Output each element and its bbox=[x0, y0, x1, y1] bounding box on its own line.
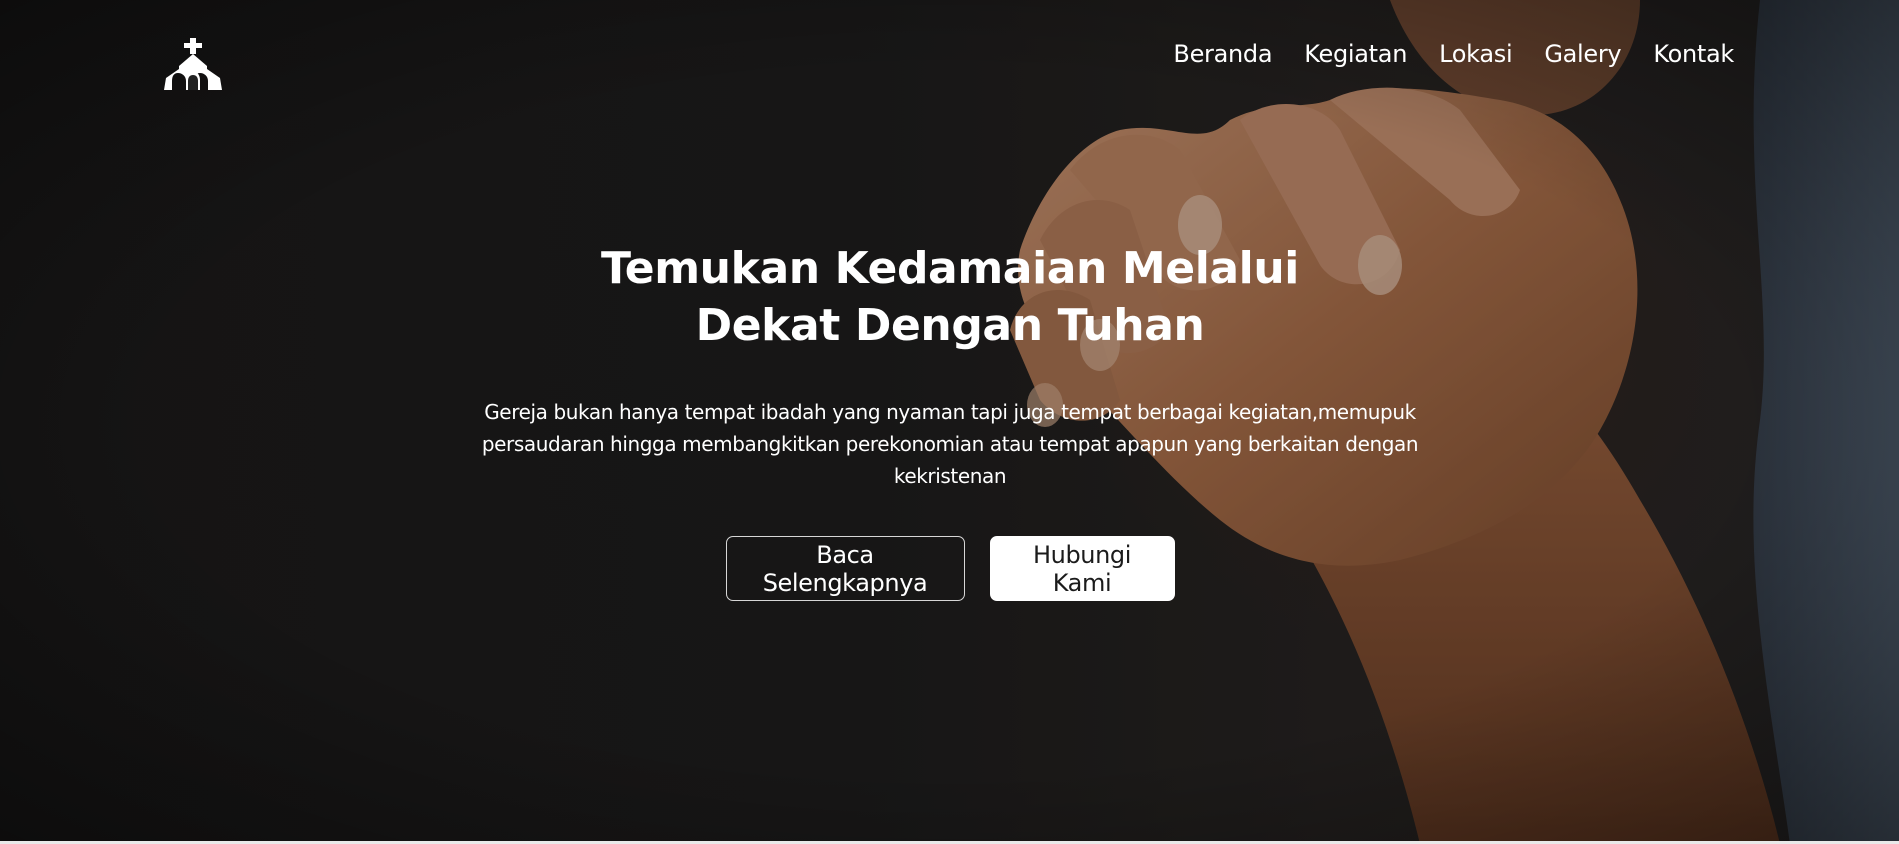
hero-buttons: Baca Selengkapnya Hubungi Kami bbox=[450, 536, 1450, 601]
hero-section: Beranda Kegiatan Lokasi Galery Kontak Te… bbox=[0, 0, 1899, 844]
nav-link-galery[interactable]: Galery bbox=[1544, 40, 1621, 68]
nav-link-beranda[interactable]: Beranda bbox=[1173, 40, 1272, 68]
contact-us-button[interactable]: Hubungi Kami bbox=[989, 536, 1175, 601]
read-more-button[interactable]: Baca Selengkapnya bbox=[725, 536, 965, 601]
nav-link-kegiatan[interactable]: Kegiatan bbox=[1304, 40, 1407, 68]
hero-description: Gereja bukan hanya tempat ibadah yang ny… bbox=[481, 400, 1419, 488]
nav-link-kontak[interactable]: Kontak bbox=[1653, 40, 1734, 68]
hero-content: Temukan Kedamaian Melalui Dekat Dengan T… bbox=[450, 240, 1450, 601]
nav-link-lokasi[interactable]: Lokasi bbox=[1439, 40, 1513, 68]
hero-title: Temukan Kedamaian Melalui Dekat Dengan T… bbox=[601, 243, 1299, 351]
main-nav: Beranda Kegiatan Lokasi Galery Kontak bbox=[1173, 40, 1734, 68]
church-icon[interactable] bbox=[160, 36, 226, 90]
